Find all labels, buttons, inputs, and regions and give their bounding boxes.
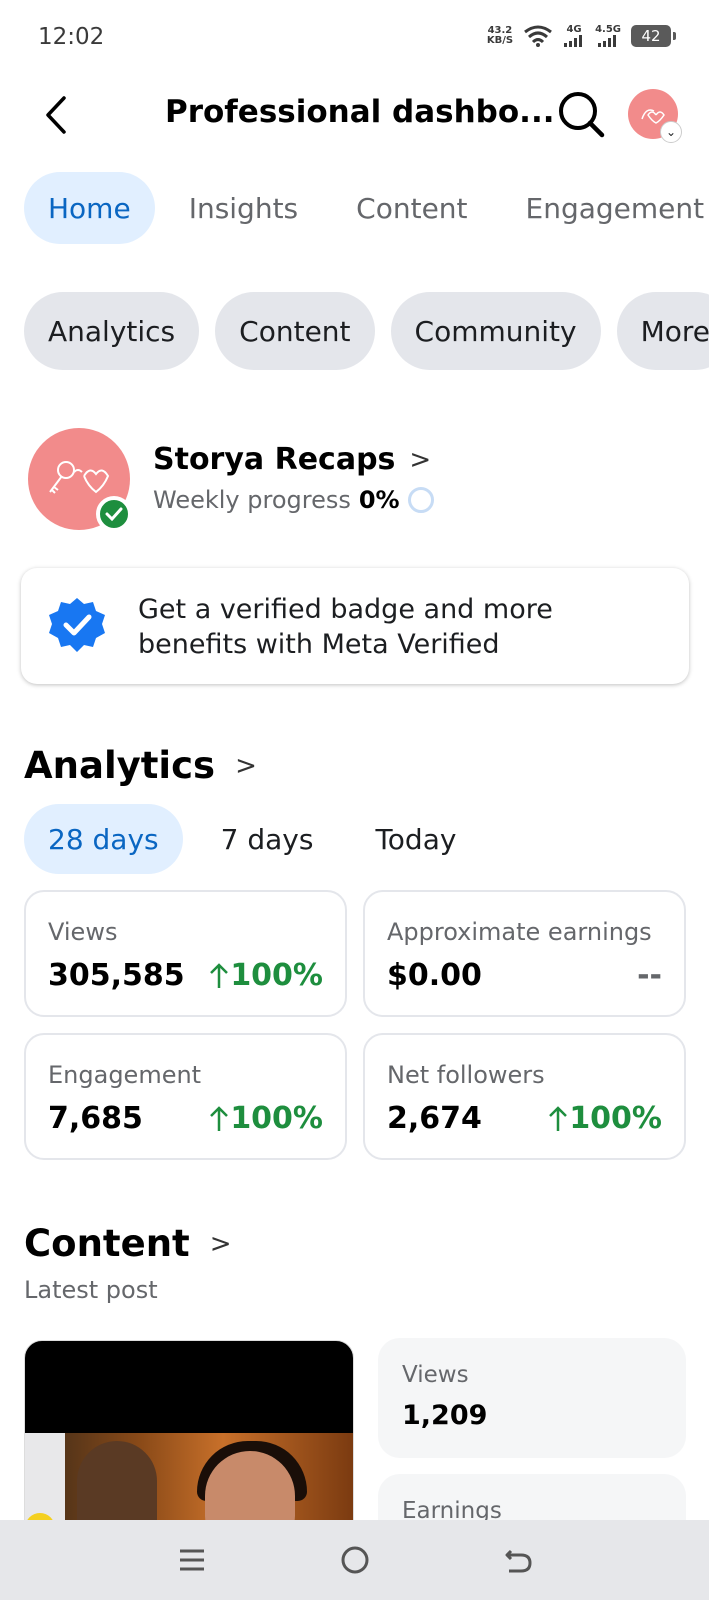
home-button[interactable]	[325, 1530, 385, 1590]
sim2-label: 4.5G	[595, 24, 621, 35]
battery-level: 42	[641, 27, 661, 45]
status-icons: 43.2 KB/S 4G 4.5G 42	[487, 24, 676, 48]
signal-icon	[564, 35, 583, 47]
sim1-label: 4G	[566, 24, 582, 35]
progress-ring-icon	[407, 487, 434, 513]
metric-value: 2,674	[387, 1101, 482, 1136]
metric-change-value: 100%	[230, 1101, 323, 1136]
content-header[interactable]: Content >	[24, 1222, 232, 1265]
tab-content[interactable]: Content	[332, 172, 491, 244]
pill-content[interactable]: Content	[215, 292, 375, 370]
signal-icon	[598, 35, 617, 47]
tab-engagement[interactable]: Engagement	[502, 172, 709, 244]
verified-check-icon	[96, 496, 132, 532]
metric-value: 305,585	[48, 958, 185, 993]
stat-label: Views	[402, 1362, 469, 1388]
metric-label: Approximate earnings	[387, 918, 652, 946]
weekly-progress-value: 0%	[358, 486, 400, 514]
arrow-up-icon	[549, 1105, 568, 1131]
latest-post-label: Latest post	[24, 1276, 158, 1304]
metric-change: 100%	[547, 1101, 662, 1136]
metric-change: --	[637, 958, 662, 993]
meta-verified-text: Get a verified badge and more benefits w…	[138, 594, 553, 660]
metric-label: Net followers	[387, 1061, 545, 1089]
metric-value: $0.00	[387, 958, 482, 993]
chevron-right-icon: >	[235, 750, 257, 781]
chevron-down-icon: ⌄	[660, 121, 682, 143]
metric-change: 100%	[208, 1101, 323, 1136]
status-bar: 12:02 43.2 KB/S 4G 4.5G 42	[0, 0, 709, 76]
tab-insights[interactable]: Insights	[165, 172, 322, 244]
page-title: Professional dashbo...	[165, 94, 555, 130]
pill-community[interactable]: Community	[390, 292, 601, 370]
content-title: Content	[24, 1222, 190, 1265]
chevron-right-icon: >	[409, 444, 432, 475]
metric-card-engagement[interactable]: Engagement 7,685 100%	[24, 1033, 347, 1160]
profile-name-text: Storya Recaps	[153, 442, 396, 477]
back-nav-button[interactable]	[488, 1530, 548, 1590]
metric-label: Engagement	[48, 1061, 202, 1089]
profile-name[interactable]: Storya Recaps >	[153, 442, 431, 477]
stat-value: 1,209	[402, 1400, 488, 1431]
pill-more[interactable]: More	[616, 292, 709, 370]
arrow-up-icon	[210, 1105, 229, 1131]
range-7-days[interactable]: 7 days	[197, 804, 338, 874]
header: Professional dashbo... ⌄	[0, 80, 709, 150]
analytics-title: Analytics	[24, 744, 216, 787]
battery-icon: 42	[631, 25, 676, 47]
system-nav-bar	[0, 1520, 709, 1600]
post-stat-views[interactable]: Views 1,209	[378, 1338, 686, 1458]
metric-change-value: 100%	[569, 1101, 662, 1136]
wifi-icon	[524, 25, 552, 47]
metric-change: 100%	[208, 958, 323, 993]
recent-apps-button[interactable]	[162, 1530, 222, 1590]
profile-header[interactable]: Storya Recaps > Weekly progress 0%	[28, 428, 688, 532]
account-switcher-avatar[interactable]: ⌄	[628, 89, 682, 143]
arrow-up-icon	[210, 962, 229, 988]
menu-icon	[179, 1549, 204, 1571]
analytics-header[interactable]: Analytics >	[24, 744, 257, 787]
range-today[interactable]: Today	[351, 804, 480, 874]
page-logo-icon	[49, 461, 110, 494]
metric-card-earnings[interactable]: Approximate earnings $0.00 --	[363, 890, 686, 1017]
status-time: 12:02	[38, 24, 105, 50]
circle-icon	[341, 1546, 368, 1574]
network-speed-unit: KB/S	[486, 35, 514, 46]
back-button[interactable]	[36, 90, 76, 140]
back-arrow-icon	[46, 96, 66, 134]
metric-value: 7,685	[48, 1101, 143, 1136]
metric-card-views[interactable]: Views 305,585 100%	[24, 890, 347, 1017]
metric-label: Views	[48, 918, 118, 946]
meta-verified-card[interactable]: Get a verified badge and more benefits w…	[21, 568, 689, 684]
date-range-tabs: 28 days 7 days Today	[24, 804, 480, 874]
weekly-progress: Weekly progress 0%	[153, 486, 434, 514]
weekly-progress-label: Weekly progress	[153, 486, 351, 514]
network-speed: 43.2 KB/S	[487, 26, 513, 46]
chevron-right-icon: >	[209, 1228, 232, 1259]
metric-change-value: 100%	[230, 958, 323, 993]
sim2-signal: 4.5G	[595, 25, 621, 47]
sim1-signal: 4G	[563, 25, 585, 47]
metric-change-value: --	[637, 958, 662, 993]
range-28-days[interactable]: 28 days	[24, 804, 183, 874]
metric-card-net-followers[interactable]: Net followers 2,674 100%	[363, 1033, 686, 1160]
verified-badge-icon	[49, 598, 105, 652]
shortcut-pills: Analytics Content Community More	[24, 292, 709, 370]
search-icon	[559, 92, 605, 138]
tab-home[interactable]: Home	[24, 172, 155, 244]
return-icon	[505, 1549, 532, 1573]
top-tabs: Home Insights Content Engagement	[24, 172, 709, 244]
latest-post-thumbnail[interactable]	[24, 1340, 354, 1540]
pill-analytics[interactable]: Analytics	[24, 292, 200, 370]
search-button[interactable]	[556, 89, 608, 141]
